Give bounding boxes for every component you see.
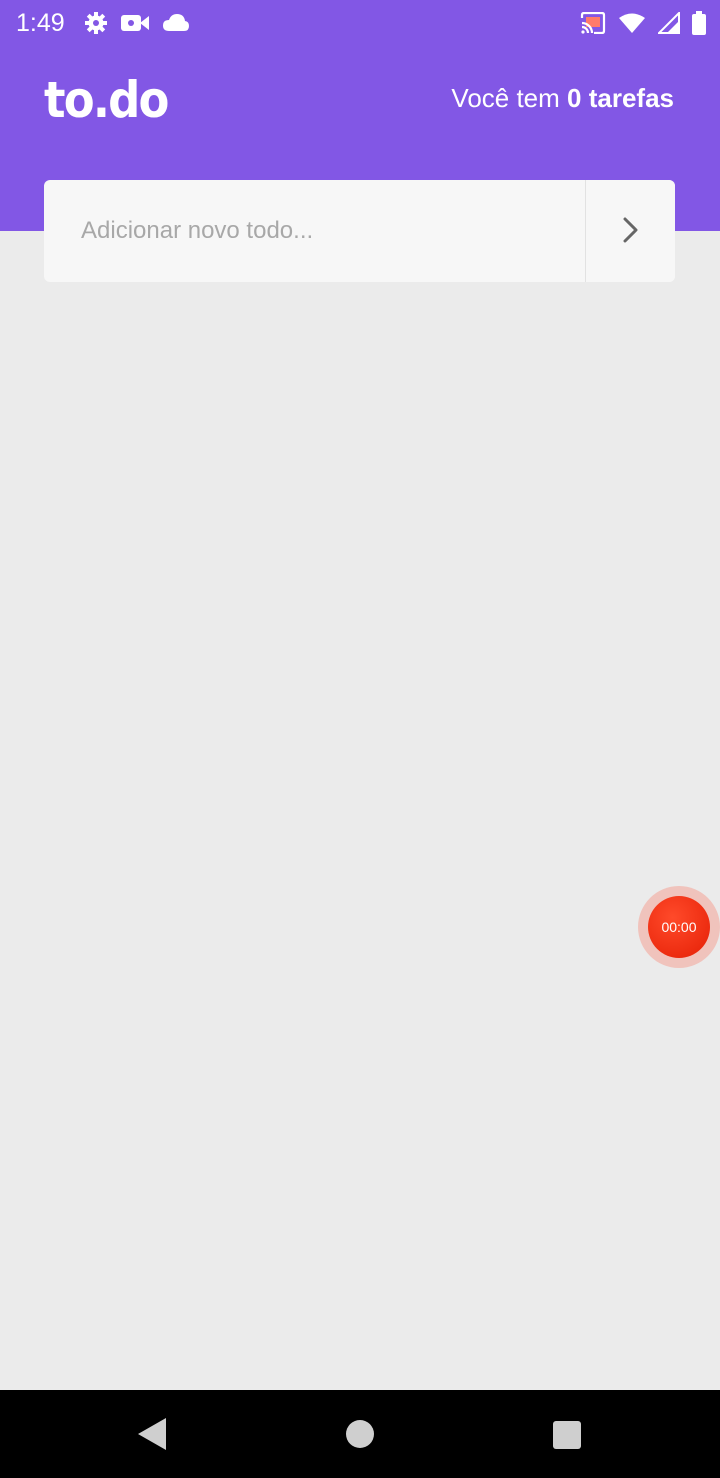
signal-icon [658,12,680,34]
screen-record-button[interactable]: 00:00 [648,896,710,958]
wifi-icon [618,12,646,34]
status-icons-right [580,10,706,36]
navigation-bar [0,1390,720,1478]
new-todo-input[interactable] [44,180,585,282]
task-counter-prefix: Você tem [451,83,568,113]
add-todo-button[interactable] [585,180,675,282]
todo-list [0,282,720,1390]
status-time: 1:49 [16,9,65,37]
battery-icon [692,11,706,35]
record-timer: 00:00 [661,919,697,935]
status-bar: 1:49 [0,0,720,46]
task-counter: Você tem 0 tarefas [451,80,674,116]
status-icons-left [84,10,190,36]
recents-icon[interactable] [552,1420,582,1455]
gear-icon [84,11,108,35]
new-todo-form [44,180,675,282]
task-counter-value: 0 tarefas [567,83,674,113]
back-icon[interactable] [136,1410,168,1463]
video-camera-icon [120,12,150,34]
cloud-icon [162,13,190,33]
app-logo: to.do [44,71,169,129]
chevron-right-icon [621,216,641,247]
cast-icon [580,12,606,34]
home-icon[interactable] [344,1410,376,1463]
